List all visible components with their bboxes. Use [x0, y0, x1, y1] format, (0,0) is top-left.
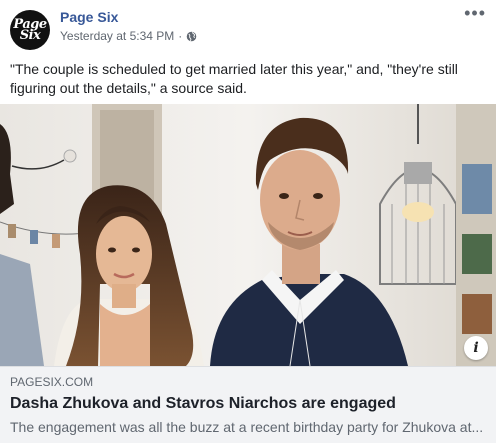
- post-message: "The couple is scheduled to get married …: [10, 61, 458, 96]
- page-avatar[interactable]: Page Six: [10, 10, 50, 50]
- link-description: The engagement was all the buzz at a rec…: [10, 419, 484, 435]
- post-meta: Yesterday at 5:34 PM ·: [60, 29, 197, 43]
- link-domain: PAGESIX.COM: [10, 375, 94, 389]
- couple-photo: [0, 104, 496, 366]
- page-name-link[interactable]: Page Six: [60, 9, 118, 25]
- post-timestamp[interactable]: Yesterday at 5:34 PM: [60, 29, 174, 43]
- link-preview-image[interactable]: i: [0, 104, 496, 366]
- link-preview-card[interactable]: PAGESIX.COM Dasha Zhukova and Stavros Ni…: [0, 366, 496, 443]
- link-headline[interactable]: Dasha Zhukova and Stavros Niarchos are e…: [10, 394, 486, 414]
- more-options-icon[interactable]: •••: [464, 4, 486, 22]
- facebook-post: Page Six Page Six Yesterday at 5:34 PM ·…: [0, 0, 496, 443]
- avatar-text-line2: Six: [19, 28, 41, 43]
- info-icon[interactable]: i: [464, 336, 488, 360]
- post-header: Page Six Page Six Yesterday at 5:34 PM ·…: [0, 0, 496, 52]
- globe-icon[interactable]: [186, 31, 197, 42]
- meta-separator: ·: [178, 29, 183, 43]
